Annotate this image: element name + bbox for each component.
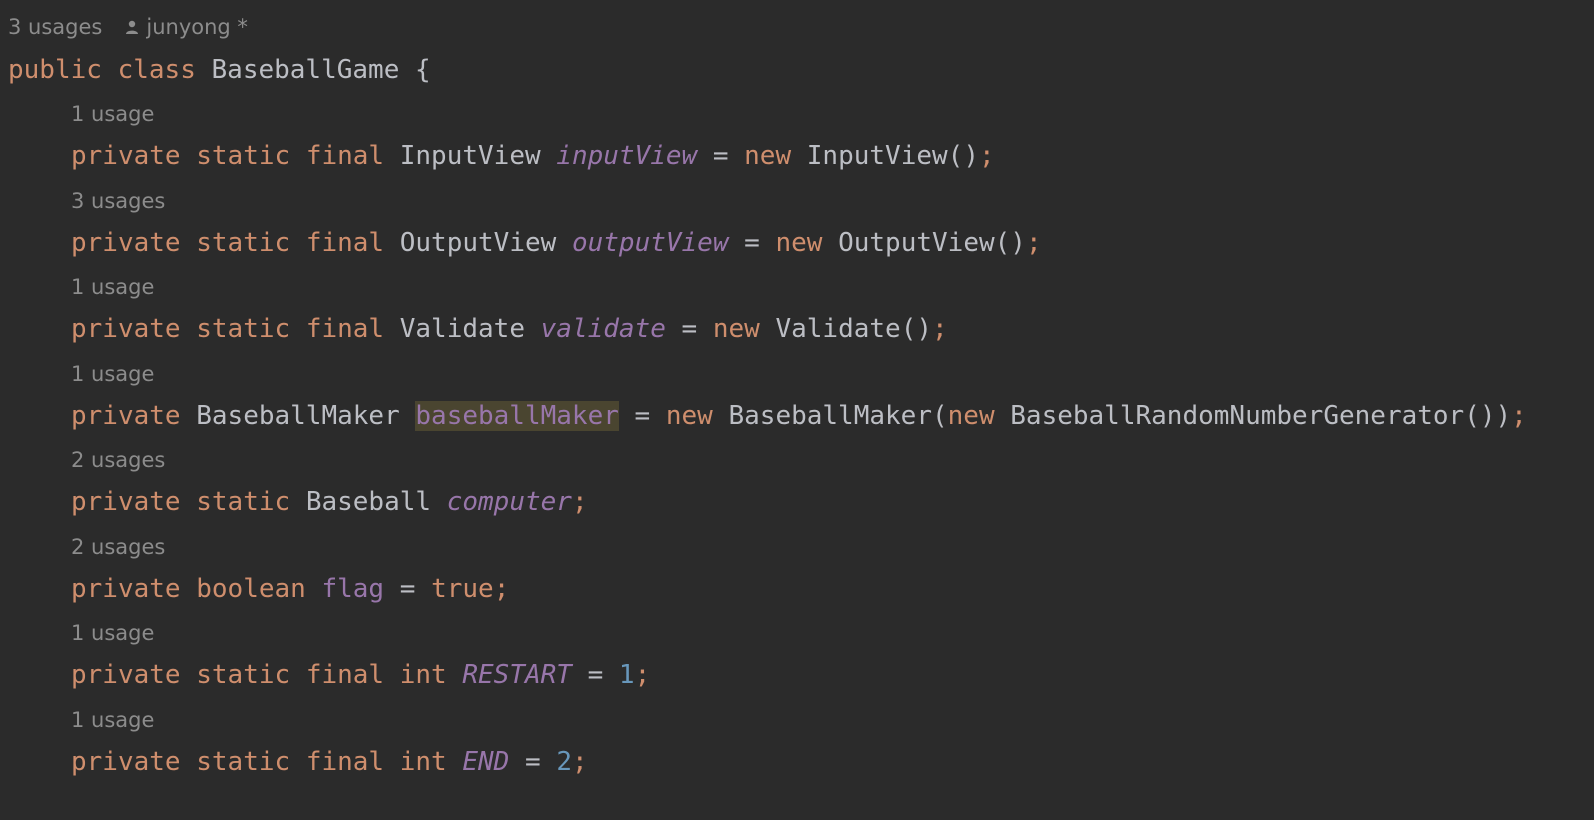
semicolon: ; xyxy=(1511,401,1527,431)
keyword-static: static xyxy=(196,314,291,344)
usage-hint[interactable]: 1 usage xyxy=(71,359,154,389)
number-literal: 1 xyxy=(618,660,635,690)
usage-hint[interactable]: 2 usages xyxy=(71,445,165,475)
semicolon: ; xyxy=(1025,228,1042,258)
keyword-private: private xyxy=(71,574,181,604)
operator: = xyxy=(634,401,651,431)
field-name[interactable]: RESTART xyxy=(462,660,572,690)
field-type[interactable]: InputView xyxy=(400,141,541,171)
constructor-call[interactable]: Validate() xyxy=(775,314,932,344)
field-declaration-computer: private static Baseball computer; xyxy=(71,485,588,519)
operator: = xyxy=(744,228,760,258)
user-icon xyxy=(126,20,139,34)
usage-hint[interactable]: 2 usages xyxy=(71,532,165,562)
field-name[interactable]: END xyxy=(462,747,509,777)
number-literal: 2 xyxy=(556,747,572,777)
author-name[interactable]: junyong * xyxy=(146,15,248,39)
keyword-static: static xyxy=(196,228,291,258)
field-type[interactable]: OutputView xyxy=(400,228,557,258)
keyword-new: new xyxy=(712,314,760,344)
field-type[interactable]: Validate xyxy=(400,314,525,344)
semicolon: ; xyxy=(978,141,995,171)
field-name[interactable]: inputView xyxy=(556,141,697,171)
keyword-final: final xyxy=(305,660,385,690)
semicolon: ; xyxy=(932,314,948,344)
operator: = xyxy=(681,314,698,344)
keyword-new: new xyxy=(775,228,823,258)
class-name[interactable]: BaseballGame xyxy=(212,55,400,85)
field-type: int xyxy=(399,660,447,690)
keyword-private: private xyxy=(71,401,181,431)
keyword-final: final xyxy=(305,314,385,344)
constructor-call[interactable]: InputView() xyxy=(807,141,979,171)
operator: = xyxy=(525,747,541,777)
usage-hint[interactable]: 1 usage xyxy=(71,705,154,735)
class-declaration: public class BaseballGame { xyxy=(8,53,431,87)
constructor-call[interactable]: BaseballMaker( xyxy=(728,401,947,431)
field-declaration-outputview: private static final OutputView outputVi… xyxy=(71,226,1042,260)
operator: = xyxy=(712,141,729,171)
usage-hint[interactable]: 1 usage xyxy=(71,272,154,302)
keyword-private: private xyxy=(71,228,181,258)
field-name[interactable]: computer xyxy=(447,487,572,517)
field-type[interactable]: BaseballMaker xyxy=(196,401,400,431)
semicolon: ; xyxy=(634,660,651,690)
usage-hint[interactable]: 3 usages xyxy=(71,186,165,216)
field-name[interactable]: flag xyxy=(321,574,384,604)
keyword-private: private xyxy=(71,660,181,690)
keyword-class: class xyxy=(117,55,196,85)
keyword-static: static xyxy=(196,487,291,517)
constructor-call[interactable]: OutputView() xyxy=(838,228,1026,258)
keyword-private: private xyxy=(71,141,181,171)
keyword-private: private xyxy=(71,487,181,517)
keyword-static: static xyxy=(196,141,291,171)
field-declaration-validate: private static final Validate validate =… xyxy=(71,312,948,346)
keyword-final: final xyxy=(305,747,385,777)
field-declaration-baseballmaker: private BaseballMaker baseballMaker = ne… xyxy=(71,399,1527,433)
field-type[interactable]: Baseball xyxy=(306,487,431,517)
class-usage-hint[interactable]: 3 usages junyong * xyxy=(8,12,248,42)
field-name-highlighted[interactable]: baseballMaker xyxy=(415,401,619,431)
semicolon: ; xyxy=(571,747,588,777)
keyword-static: static xyxy=(196,747,291,777)
field-declaration-inputview: private static final InputView inputView… xyxy=(71,139,995,173)
semicolon: ; xyxy=(493,574,510,604)
keyword-new: new xyxy=(665,401,713,431)
keyword-final: final xyxy=(305,141,385,171)
keyword-final: final xyxy=(305,228,385,258)
usage-hint[interactable]: 1 usage xyxy=(71,99,154,129)
keyword-private: private xyxy=(71,314,181,344)
open-brace: { xyxy=(415,55,431,85)
usages-count[interactable]: 3 usages xyxy=(8,15,102,39)
field-declaration-restart: private static final int RESTART = 1; xyxy=(71,658,650,692)
keyword-static: static xyxy=(196,660,291,690)
keyword-public: public xyxy=(8,55,102,85)
field-type: boolean xyxy=(196,574,306,604)
operator: = xyxy=(399,574,416,604)
usage-hint[interactable]: 1 usage xyxy=(71,618,154,648)
operator: = xyxy=(587,660,604,690)
keyword-new: new xyxy=(744,141,792,171)
semicolon: ; xyxy=(571,487,588,517)
field-type: int xyxy=(399,747,447,777)
keyword-private: private xyxy=(71,747,181,777)
field-name[interactable]: outputView xyxy=(572,228,729,258)
constructor-call[interactable]: BaseballRandomNumberGenerator()) xyxy=(1010,401,1511,431)
field-name[interactable]: validate xyxy=(541,314,666,344)
field-declaration-end: private static final int END = 2; xyxy=(71,745,588,779)
keyword-new: new xyxy=(947,401,995,431)
literal-value: true xyxy=(431,574,494,604)
field-declaration-flag: private boolean flag = true; xyxy=(71,572,509,606)
